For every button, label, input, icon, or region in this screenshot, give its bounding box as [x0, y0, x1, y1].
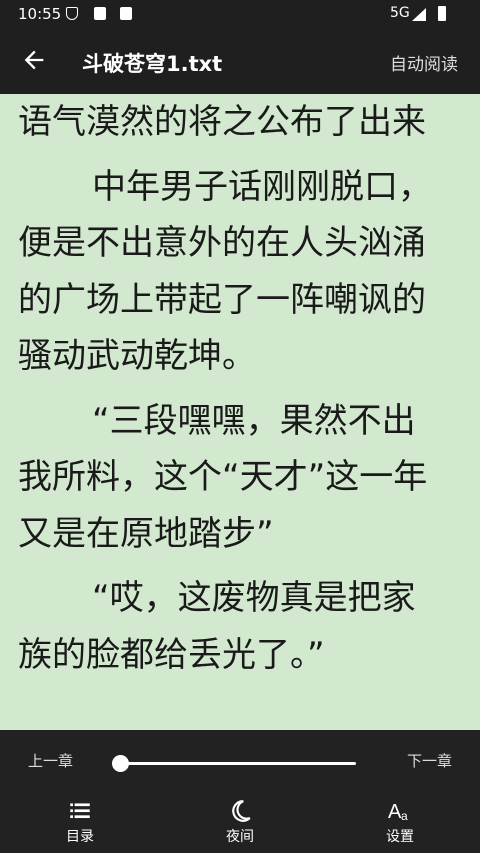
network-type: 5G — [390, 5, 410, 21]
settings-button[interactable]: A a 设置 — [350, 794, 450, 853]
bottom-nav: 目录 夜间 A a 设置 — [0, 794, 480, 853]
text-line: “三段嘿嘿，果然不出 — [92, 400, 416, 441]
status-time: 10:55 — [18, 5, 62, 23]
text-line: 语气漠然的将之公布了出来 — [18, 102, 426, 142]
prev-chapter-button[interactable]: 上一章 — [28, 750, 73, 771]
toc-label: 目录 — [66, 829, 94, 845]
sd-card-icon — [94, 7, 106, 20]
text-line: “哎，这废物真是把家 — [92, 578, 416, 618]
chapter-progress-track[interactable] — [120, 762, 356, 765]
text-line: 中年男子话刚刚脱口， — [92, 166, 432, 207]
text-line: 便是不出意外的在人头汹涌 — [18, 223, 426, 263]
bottom-control-panel: 上一章 下一章 目录 夜间 A a 设置 — [0, 730, 480, 853]
status-bar: 10:55 5G — [0, 0, 480, 28]
reading-area[interactable]: 语气漠然的将之公布了出来中年男子话刚刚脱口， 便是不出意外的在人头汹涌 的广场上带起… — [0, 94, 480, 730]
chapter-progress-thumb[interactable] — [112, 755, 129, 772]
book-title: 斗破苍穹1.txt — [82, 52, 223, 76]
text-line: 的广场上带起了一阵嘲讽的 — [18, 279, 426, 320]
moon-icon — [232, 800, 251, 822]
night-mode-button[interactable]: 夜间 — [190, 794, 290, 853]
svg-text:A: A — [388, 801, 402, 823]
text-line: 族的脸都给丢光了。” — [18, 634, 325, 675]
svg-text:a: a — [401, 809, 408, 823]
chapter-navigation: 上一章 下一章 — [0, 730, 480, 794]
battery-icon — [438, 6, 446, 21]
app-bar: 斗破苍穹1.txt 自动阅读 — [0, 28, 480, 94]
back-arrow-icon[interactable] — [20, 46, 48, 74]
text-line: 我所料，这个“天才”这一年 — [18, 457, 428, 497]
app-notification-icon — [120, 7, 132, 20]
signal-icon — [412, 8, 426, 21]
font-size-icon: A a — [388, 801, 408, 823]
settings-label: 设置 — [386, 829, 414, 845]
text-line: 骚动武动乾坤。 — [18, 336, 256, 376]
text-line: 又是在原地踏步” — [18, 513, 274, 554]
shield-icon — [66, 7, 78, 20]
next-chapter-button[interactable]: 下一章 — [407, 750, 452, 771]
auto-read-button[interactable]: 自动阅读 — [390, 50, 458, 75]
toc-button[interactable]: 目录 — [30, 794, 130, 853]
night-mode-label: 夜间 — [226, 829, 254, 845]
list-icon — [70, 803, 90, 819]
